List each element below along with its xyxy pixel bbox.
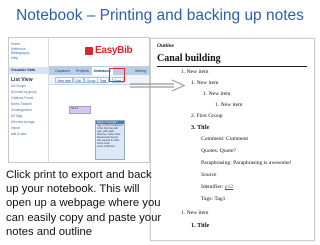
sidebar-list-item[interactable]: All Tags <box>11 114 22 118</box>
outline-line: Paraphrasing: Paraphrasing is awesome! <box>201 160 292 166</box>
outline-identifier-line: Identifier: p12 <box>201 184 233 190</box>
note-card-line: New 1 <box>71 107 79 110</box>
edit-button[interactable]: Edit <box>73 77 84 83</box>
sidebar-list-item[interactable]: add & view <box>11 132 27 136</box>
caption-line: Click print to export and back <box>6 169 152 181</box>
outline-title: Canal building <box>157 53 221 64</box>
outline-label: Outline <box>157 43 175 49</box>
outline-line: 2. First Group <box>191 113 223 119</box>
outline-line: 1. New item <box>203 91 231 97</box>
title-rule <box>157 66 307 67</box>
tab-capstone[interactable]: Capstone <box>53 67 72 75</box>
sidebar-list-item[interactable]: Citations Found <box>11 96 33 100</box>
slide-caption: Click print to export and back up your n… <box>6 168 162 239</box>
identifier-label: Identifier: <box>201 184 225 190</box>
easybib-logo: EasyBib <box>95 45 133 56</box>
group-button[interactable]: Group <box>84 77 98 83</box>
arrow-icon <box>130 79 186 92</box>
identifier-link[interactable]: p12 <box>225 184 233 190</box>
sidebar-link-notebook[interactable]: Notebook <box>11 47 26 51</box>
outline-line: Quotes: Quote? <box>201 148 236 154</box>
sidebar-list-item[interactable]: All Groups <box>11 84 26 88</box>
sidebar-link-bibliography[interactable]: Bibliography <box>11 51 30 55</box>
sidebar-link-home[interactable]: Home <box>11 42 20 46</box>
outline-line: Tags: Tag1 <box>201 196 226 202</box>
sidebar-list-item[interactable]: Notes Tracked <box>11 102 32 106</box>
outline-line: 1. New item <box>215 102 243 108</box>
caption-line: notes and outline <box>6 225 93 238</box>
sidebar-list-item[interactable]: All notes by tags <box>11 120 34 124</box>
note-card-group[interactable]: Reform Transition Age of First Treatment… <box>95 120 125 160</box>
tab-projects[interactable]: Projects <box>74 67 91 75</box>
sidebar-section-visualize[interactable]: Visualize Data <box>9 67 49 74</box>
outline-document-screenshot: Outline Canal building 1. New item 1. Ne… <box>150 38 315 241</box>
outline-line: 3. Title <box>191 124 210 131</box>
outline-line: 1. Title <box>191 222 210 229</box>
sidebar-list-item[interactable]: All notes by group <box>11 90 37 94</box>
app-sidebar: Home Notebook Bibliography Help Visualiz… <box>9 38 49 162</box>
easybib-logo-icon <box>85 47 93 55</box>
caption-line: open up a webpage where you <box>6 197 161 210</box>
slide-title: Notebook – Printing and backing up notes <box>16 7 304 24</box>
caption-line: can easily copy and paste your <box>6 211 162 224</box>
sidebar-list-item[interactable]: Import <box>11 126 20 130</box>
sidebar-list-item[interactable]: Uncategorized <box>11 108 32 112</box>
note-card[interactable]: New 1 <box>69 106 91 114</box>
new-note-button[interactable]: New note <box>55 77 74 83</box>
notebook-app-screenshot: Home Notebook Bibliography Help Visualiz… <box>8 37 150 163</box>
caption-line: up your notebook. This will <box>6 183 140 196</box>
print-highlight-box <box>109 68 125 82</box>
note-card-line: some stuff here <box>97 145 115 148</box>
outline-line: Source <box>201 172 217 178</box>
sidebar-link-help[interactable]: Help <box>11 56 18 60</box>
tags-button[interactable]: Tags <box>97 77 109 83</box>
app-header: EasyBib <box>49 38 149 66</box>
outline-line: 1. New item <box>181 210 209 216</box>
outline-line: 1. New item <box>191 80 219 86</box>
notebook-canvas[interactable]: New 1 Reform Transition Age of First Tre… <box>49 86 149 162</box>
outline-line: Comment: Comment <box>201 136 249 142</box>
sidebar-list-view-title: List View <box>11 77 33 83</box>
